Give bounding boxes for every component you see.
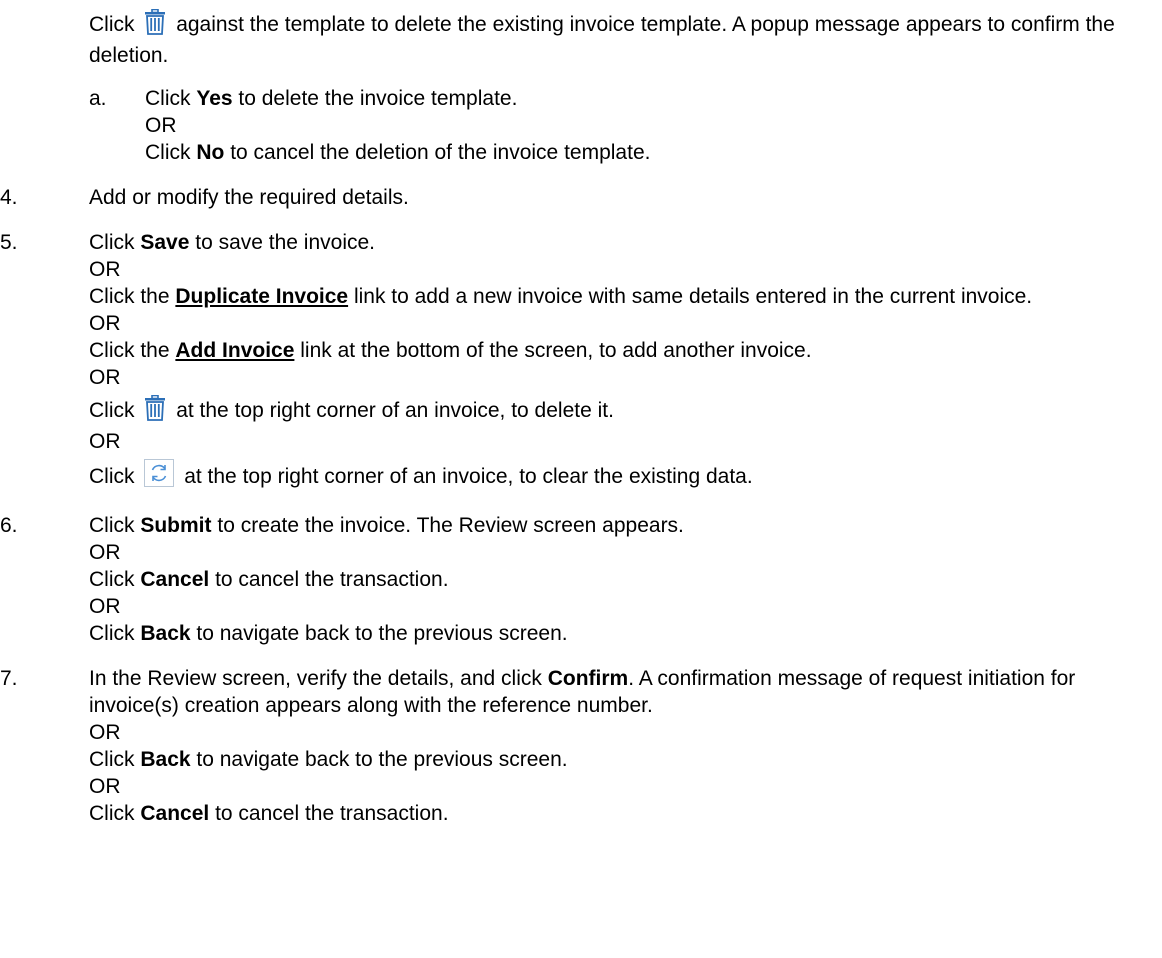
step-6-cancel-post: to cancel the transaction. bbox=[215, 568, 449, 591]
step-5-save-pre: Click bbox=[89, 231, 135, 254]
step-6-cancel-line: Click Cancel to cancel the transaction. bbox=[89, 566, 1132, 593]
step-a: a. Click Yes to delete the invoice templ… bbox=[0, 85, 1162, 166]
cancel-label: Cancel bbox=[140, 802, 210, 825]
step-a-no-pre: Click bbox=[145, 141, 191, 164]
back-label: Back bbox=[140, 622, 191, 645]
intro-click: Click bbox=[89, 13, 135, 36]
or-text: OR bbox=[89, 775, 121, 798]
step-4-number: 4. bbox=[0, 186, 18, 209]
step-7-back-line: Click Back to navigate back to the previ… bbox=[89, 746, 1132, 773]
step-7-confirm-pre: In the Review screen, verify the details… bbox=[89, 667, 542, 690]
step-6-back-post: to navigate back to the previous screen. bbox=[196, 622, 568, 645]
step-6-submit-post: to create the invoice. The Review screen… bbox=[217, 514, 684, 537]
or-text: OR bbox=[89, 430, 121, 453]
step-6-submit-pre: Click bbox=[89, 514, 135, 537]
step-5-clear-post: at the top right corner of an invoice, t… bbox=[184, 465, 753, 488]
no-label: No bbox=[196, 141, 225, 164]
save-label: Save bbox=[140, 231, 190, 254]
step-6-number: 6. bbox=[0, 514, 18, 537]
step-6-cancel-pre: Click bbox=[89, 568, 135, 591]
step-5-save-post: to save the invoice. bbox=[195, 231, 376, 254]
or-text: OR bbox=[145, 114, 177, 137]
step-6: 6. Click Submit to create the invoice. T… bbox=[0, 512, 1162, 647]
step-7-number: 7. bbox=[0, 667, 18, 690]
step-a-yes-line: Click Yes to delete the invoice template… bbox=[145, 85, 1132, 112]
instructions-document: Click against the template to delete the… bbox=[0, 0, 1162, 827]
trash-icon[interactable] bbox=[144, 8, 166, 42]
step-6-submit-line: Click Submit to create the invoice. The … bbox=[89, 512, 1132, 539]
step-4-text: Add or modify the required details. bbox=[89, 186, 409, 209]
step-a-yes-post: to delete the invoice template. bbox=[238, 87, 518, 110]
step-5-delete-pre: Click bbox=[89, 399, 135, 422]
step-4: 4. Add or modify the required details. bbox=[0, 184, 1162, 211]
or-text: OR bbox=[89, 595, 121, 618]
step-5-number: 5. bbox=[0, 231, 18, 254]
duplicate-invoice-link[interactable]: Duplicate Invoice bbox=[175, 285, 348, 308]
step-7-cancel-pre: Click bbox=[89, 802, 135, 825]
step-6-back-line: Click Back to navigate back to the previ… bbox=[89, 620, 1132, 647]
step-5-duplicate-line: Click the Duplicate Invoice link to add … bbox=[89, 283, 1132, 310]
cancel-label: Cancel bbox=[140, 568, 210, 591]
step-5-add-post: link at the bottom of the screen, to add… bbox=[300, 339, 812, 362]
add-invoice-link[interactable]: Add Invoice bbox=[175, 339, 294, 362]
step-7-back-pre: Click bbox=[89, 748, 135, 771]
step-5-clear-line: Click at the top right corner of an invo… bbox=[89, 459, 1132, 494]
or-text: OR bbox=[89, 721, 121, 744]
step-5-add-pre: Click the bbox=[89, 339, 170, 362]
step-a-no-post: to cancel the deletion of the invoice te… bbox=[230, 141, 651, 164]
or-text: OR bbox=[89, 258, 121, 281]
yes-label: Yes bbox=[196, 87, 233, 110]
trash-icon[interactable] bbox=[144, 394, 166, 428]
or-text: OR bbox=[89, 312, 121, 335]
confirm-label: Confirm bbox=[547, 667, 629, 690]
step-5-add-line: Click the Add Invoice link at the bottom… bbox=[89, 337, 1132, 364]
step-5-delete-post: at the top right corner of an invoice, t… bbox=[176, 399, 614, 422]
step-5-duplicate-post: link to add a new invoice with same deta… bbox=[353, 285, 1033, 308]
delete-template-paragraph: Click against the template to delete the… bbox=[0, 8, 1162, 69]
refresh-icon[interactable] bbox=[144, 459, 175, 494]
step-7-back-post: to navigate back to the previous screen. bbox=[196, 748, 568, 771]
step-a-yes-pre: Click bbox=[145, 87, 191, 110]
step-7: 7. In the Review screen, verify the deta… bbox=[0, 665, 1162, 827]
step-7-cancel-post: to cancel the transaction. bbox=[215, 802, 449, 825]
step-a-number: a. bbox=[89, 87, 107, 110]
step-6-back-pre: Click bbox=[89, 622, 135, 645]
step-7-cancel-line: Click Cancel to cancel the transaction. bbox=[89, 800, 1132, 827]
or-text: OR bbox=[89, 366, 121, 389]
step-5-save-line: Click Save to save the invoice. bbox=[89, 229, 1132, 256]
step-5-delete-line: Click at the top right corner of an invo… bbox=[89, 394, 1132, 428]
submit-label: Submit bbox=[140, 514, 212, 537]
step-a-no-line: Click No to cancel the deletion of the i… bbox=[145, 139, 1132, 166]
step-7-confirm-line: In the Review screen, verify the details… bbox=[89, 665, 1132, 719]
step-5: 5. Click Save to save the invoice. OR Cl… bbox=[0, 229, 1162, 494]
step-5-duplicate-pre: Click the bbox=[89, 285, 170, 308]
step-5-clear-pre: Click bbox=[89, 465, 135, 488]
or-text: OR bbox=[89, 541, 121, 564]
intro-text: against the template to delete the exist… bbox=[89, 13, 1115, 67]
back-label: Back bbox=[140, 748, 191, 771]
